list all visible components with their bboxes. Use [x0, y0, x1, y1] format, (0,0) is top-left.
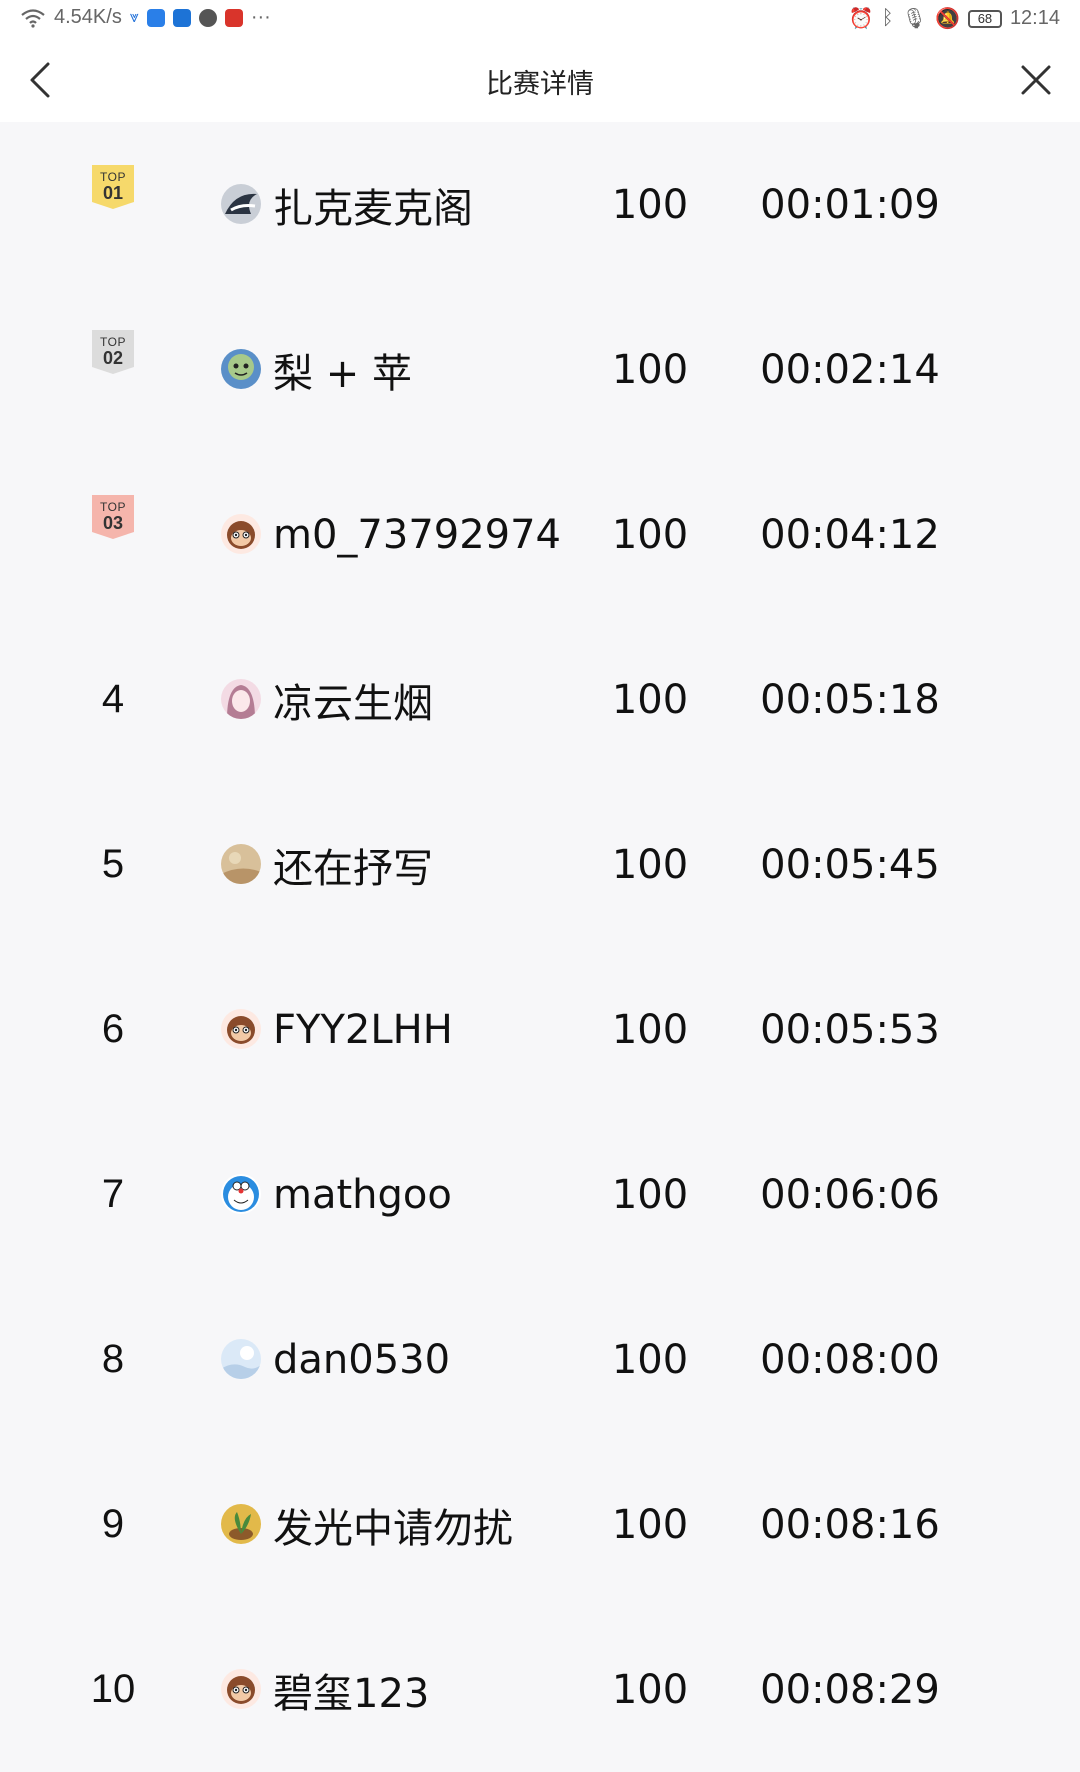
rank-number: 8	[101, 1337, 125, 1381]
mute-icon: 🔕	[935, 8, 960, 30]
status-bar: 4.54K/s ⩔ ··· ⏰ ᛒ 🎙 🔕 68 12:14	[0, 0, 1080, 40]
username[interactable]: 凉云生烟	[273, 617, 433, 782]
score: 100	[611, 511, 689, 558]
monkey-avatar[interactable]	[221, 1669, 261, 1709]
ranking-row[interactable]: TOP 03 m0_73792974 100 00:04:12	[0, 452, 1080, 617]
bluetooth-icon: ᛒ	[881, 7, 894, 29]
ranking-row[interactable]: TOP 02 梨 + 苹 100 00:02:14	[0, 287, 1080, 452]
rank-number: 10	[90, 1667, 136, 1711]
elapsed-time: 00:08:00	[760, 1336, 940, 1383]
username[interactable]: 扎克麦克阁	[273, 122, 473, 287]
rank-number: 9	[101, 1502, 125, 1546]
elapsed-time: 00:08:16	[760, 1501, 940, 1548]
landscape-avatar[interactable]	[221, 844, 261, 884]
username[interactable]: m0_73792974	[273, 452, 561, 617]
page-title: 比赛详情	[486, 69, 594, 100]
sky-avatar[interactable]	[221, 1339, 261, 1379]
elapsed-time: 00:04:12	[760, 511, 940, 558]
badge-number: 03	[102, 513, 124, 533]
elapsed-time: 00:05:45	[760, 841, 940, 888]
rank-number: 5	[101, 842, 125, 886]
score: 100	[611, 676, 689, 723]
elapsed-time: 00:01:09	[760, 181, 940, 228]
score: 100	[611, 1336, 689, 1383]
ranking-row[interactable]: TOP 01 扎克麦克阁 100 00:01:09	[0, 122, 1080, 287]
elapsed-time: 00:06:06	[760, 1171, 940, 1218]
close-icon	[1021, 65, 1051, 95]
username[interactable]: mathgoo	[273, 1112, 452, 1277]
score: 100	[611, 841, 689, 888]
username[interactable]: FYY2LHH	[273, 947, 453, 1112]
ranking-row[interactable]: 4 凉云生烟 100 00:05:18	[0, 617, 1080, 782]
ranking-row[interactable]: 9 发光中请勿扰 100 00:08:16	[0, 1442, 1080, 1607]
score: 100	[611, 181, 689, 228]
username[interactable]: 发光中请勿扰	[273, 1442, 513, 1607]
more-notifications-icon: ···	[250, 6, 271, 28]
badge-number: 01	[102, 183, 124, 203]
top-rank-badge: TOP 01	[92, 165, 134, 209]
battery-icon: 68	[967, 9, 1002, 28]
elapsed-time: 00:05:18	[760, 676, 940, 723]
doraemon-avatar[interactable]	[221, 1174, 261, 1214]
rank-number: 6	[101, 1007, 125, 1051]
score: 100	[611, 1006, 689, 1053]
rank-number: 7	[101, 1172, 125, 1216]
network-speed: 4.54K/s	[54, 6, 122, 28]
top-rank-badge: TOP 02	[92, 330, 134, 374]
cartoon-face-avatar[interactable]	[221, 349, 261, 389]
monkey-avatar[interactable]	[221, 1009, 261, 1049]
plant-avatar[interactable]	[221, 1504, 261, 1544]
elapsed-time: 00:05:53	[760, 1006, 940, 1053]
cloud-app-icon	[172, 8, 191, 27]
badge-number: 02	[102, 348, 124, 368]
monkey-avatar[interactable]	[221, 514, 261, 554]
clock: 12:14	[1009, 7, 1060, 29]
username[interactable]: 还在抒写	[273, 782, 433, 947]
score: 100	[611, 1171, 689, 1218]
wifi-icon	[21, 8, 45, 28]
ranking-row[interactable]: 5 还在抒写 100 00:05:45	[0, 782, 1080, 947]
globe-app-icon	[198, 8, 217, 27]
app-notification-icon: ⩔	[129, 8, 139, 26]
eagle-avatar[interactable]	[221, 184, 261, 224]
ranking-row[interactable]: 8 dan0530 100 00:08:00	[0, 1277, 1080, 1442]
microphone-icon: 🎙	[901, 8, 928, 30]
score: 100	[611, 1501, 689, 1548]
rank-number: 4	[101, 677, 125, 721]
alarm-icon: ⏰	[848, 8, 874, 30]
close-button[interactable]	[1014, 58, 1058, 102]
top-rank-badge: TOP 03	[92, 495, 134, 539]
score: 100	[611, 1666, 689, 1713]
username[interactable]: 碧玺123	[273, 1607, 429, 1772]
username[interactable]: dan0530	[273, 1277, 450, 1442]
elapsed-time: 00:08:29	[760, 1666, 940, 1713]
ranking-row[interactable]: 6 FYY2LHH 100 00:05:53	[0, 947, 1080, 1112]
ranking-list: TOP 01 扎克麦克阁 100 00:01:09 TOP 02 梨 + 苹 100 00:02:…	[0, 122, 1080, 1772]
chart-app-icon	[224, 8, 243, 27]
elapsed-time: 00:02:14	[760, 346, 940, 393]
anime-girl-avatar[interactable]	[221, 679, 261, 719]
username[interactable]: 梨 + 苹	[273, 287, 412, 452]
app-notification-icon	[146, 8, 165, 27]
score: 100	[611, 346, 689, 393]
nav-bar: 比赛详情	[0, 40, 1080, 122]
ranking-row[interactable]: 10 碧玺123 100 00:08:29	[0, 1607, 1080, 1772]
ranking-row[interactable]: 7 mathgoo 100 00:06:06	[0, 1112, 1080, 1277]
